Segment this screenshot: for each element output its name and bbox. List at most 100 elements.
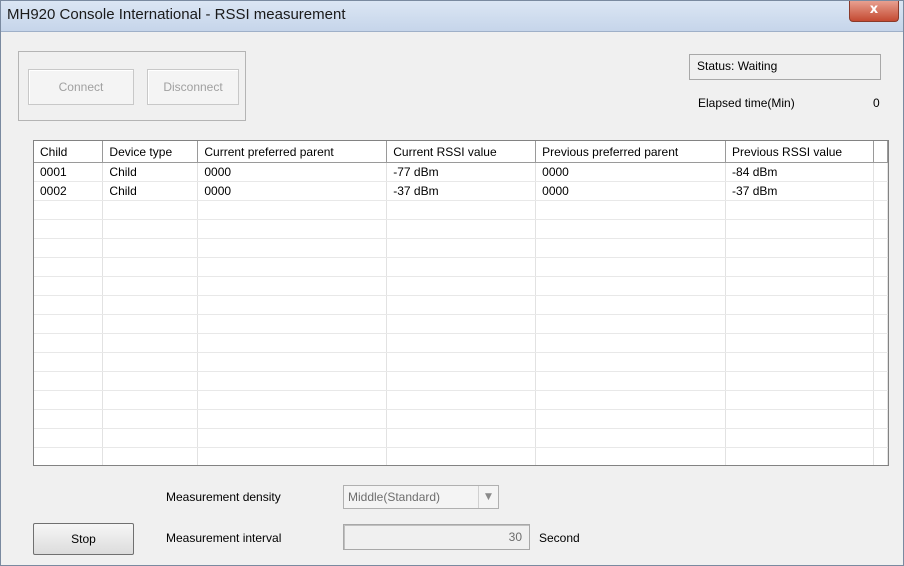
cell-empty — [873, 390, 888, 410]
cell-filler — [873, 181, 888, 201]
cell-device-type: Child — [102, 162, 199, 182]
cell-empty — [197, 200, 388, 220]
cell-empty — [197, 390, 388, 410]
cell-empty — [197, 314, 388, 334]
measurement-density-select[interactable]: Middle(Standard) ▼ — [343, 485, 499, 509]
cell-empty — [873, 295, 888, 315]
cell-empty — [102, 409, 199, 429]
measurement-interval-field[interactable]: 30 — [343, 524, 530, 550]
cell-empty — [873, 352, 888, 372]
cell-empty — [535, 333, 727, 353]
close-icon: x — [869, 2, 879, 17]
cell-empty — [386, 257, 537, 277]
cell-empty — [34, 390, 104, 410]
title-bar[interactable]: MH920 Console International - RSSI measu… — [1, 1, 903, 32]
cell-empty — [725, 295, 874, 315]
cell-empty — [102, 295, 199, 315]
cell-empty — [386, 200, 537, 220]
cell-empty — [873, 219, 888, 239]
cell-empty — [535, 276, 727, 296]
cell-empty — [873, 333, 888, 353]
cell-empty — [535, 428, 727, 448]
measurement-interval-unit: Second — [539, 531, 580, 545]
column-header-current-rssi[interactable]: Current RSSI value — [386, 141, 537, 163]
cell-empty — [34, 428, 104, 448]
cell-empty — [725, 447, 874, 465]
cell-empty — [102, 276, 199, 296]
cell-empty — [535, 390, 727, 410]
cell-empty — [725, 219, 874, 239]
cell-empty — [102, 314, 199, 334]
cell-empty — [725, 200, 874, 220]
cell-empty — [197, 276, 388, 296]
column-header-child[interactable]: Child — [34, 141, 104, 163]
cell-empty — [386, 390, 537, 410]
cell-filler — [873, 162, 888, 182]
column-header-current-parent[interactable]: Current preferred parent — [197, 141, 388, 163]
cell-empty — [102, 257, 199, 277]
cell-empty — [102, 428, 199, 448]
chevron-down-icon[interactable]: ▼ — [478, 486, 498, 508]
cell-empty — [725, 352, 874, 372]
cell-empty — [386, 314, 537, 334]
measurement-density-label: Measurement density — [166, 490, 281, 504]
cell-empty — [535, 238, 727, 258]
cell-empty — [725, 276, 874, 296]
cell-empty — [102, 371, 199, 391]
table-row-empty — [34, 295, 888, 315]
cell-empty — [197, 447, 388, 465]
table-row[interactable]: 0002 Child 0000 -37 dBm 0000 -37 dBm — [34, 181, 888, 201]
stop-button[interactable]: Stop — [33, 523, 134, 555]
cell-empty — [34, 371, 104, 391]
cell-empty — [34, 447, 104, 465]
cell-empty — [535, 200, 727, 220]
table-row-empty — [34, 257, 888, 277]
cell-empty — [34, 352, 104, 372]
cell-empty — [725, 390, 874, 410]
rssi-table[interactable]: Child Device type Current preferred pare… — [33, 140, 889, 466]
disconnect-button[interactable]: Disconnect — [147, 69, 239, 105]
cell-empty — [535, 371, 727, 391]
cell-empty — [197, 352, 388, 372]
connect-button[interactable]: Connect — [28, 69, 134, 105]
cell-empty — [535, 314, 727, 334]
cell-empty — [197, 409, 388, 429]
cell-empty — [34, 276, 104, 296]
cell-empty — [873, 200, 888, 220]
elapsed-time-value: 0 — [873, 96, 880, 110]
cell-empty — [873, 276, 888, 296]
cell-empty — [102, 447, 199, 465]
table-header-row: Child Device type Current preferred pare… — [34, 141, 888, 163]
column-header-device-type[interactable]: Device type — [102, 141, 199, 163]
measurement-density-value: Middle(Standard) — [348, 490, 441, 504]
cell-empty — [873, 428, 888, 448]
cell-empty — [102, 219, 199, 239]
status-display: Status: Waiting — [689, 54, 881, 80]
cell-previous-rssi: -84 dBm — [725, 162, 874, 182]
table-row-empty — [34, 409, 888, 429]
cell-empty — [34, 314, 104, 334]
elapsed-time-label: Elapsed time(Min) — [698, 96, 795, 110]
table-row[interactable]: 0001 Child 0000 -77 dBm 0000 -84 dBm — [34, 162, 888, 182]
cell-empty — [197, 333, 388, 353]
column-header-previous-parent[interactable]: Previous preferred parent — [535, 141, 727, 163]
cell-empty — [535, 447, 727, 465]
cell-empty — [102, 200, 199, 220]
table-row-empty — [34, 238, 888, 258]
cell-empty — [535, 219, 727, 239]
table-row-empty — [34, 314, 888, 334]
cell-empty — [535, 295, 727, 315]
table-row-empty — [34, 352, 888, 372]
cell-empty — [386, 238, 537, 258]
close-button[interactable]: x — [849, 1, 899, 22]
column-header-previous-rssi[interactable]: Previous RSSI value — [725, 141, 874, 163]
rssi-measurement-window: MH920 Console International - RSSI measu… — [0, 0, 904, 566]
window-title: MH920 Console International - RSSI measu… — [7, 6, 346, 23]
cell-device-type: Child — [102, 181, 199, 201]
cell-empty — [725, 314, 874, 334]
cell-empty — [386, 276, 537, 296]
cell-empty — [197, 238, 388, 258]
cell-empty — [197, 371, 388, 391]
cell-empty — [197, 295, 388, 315]
cell-empty — [725, 238, 874, 258]
